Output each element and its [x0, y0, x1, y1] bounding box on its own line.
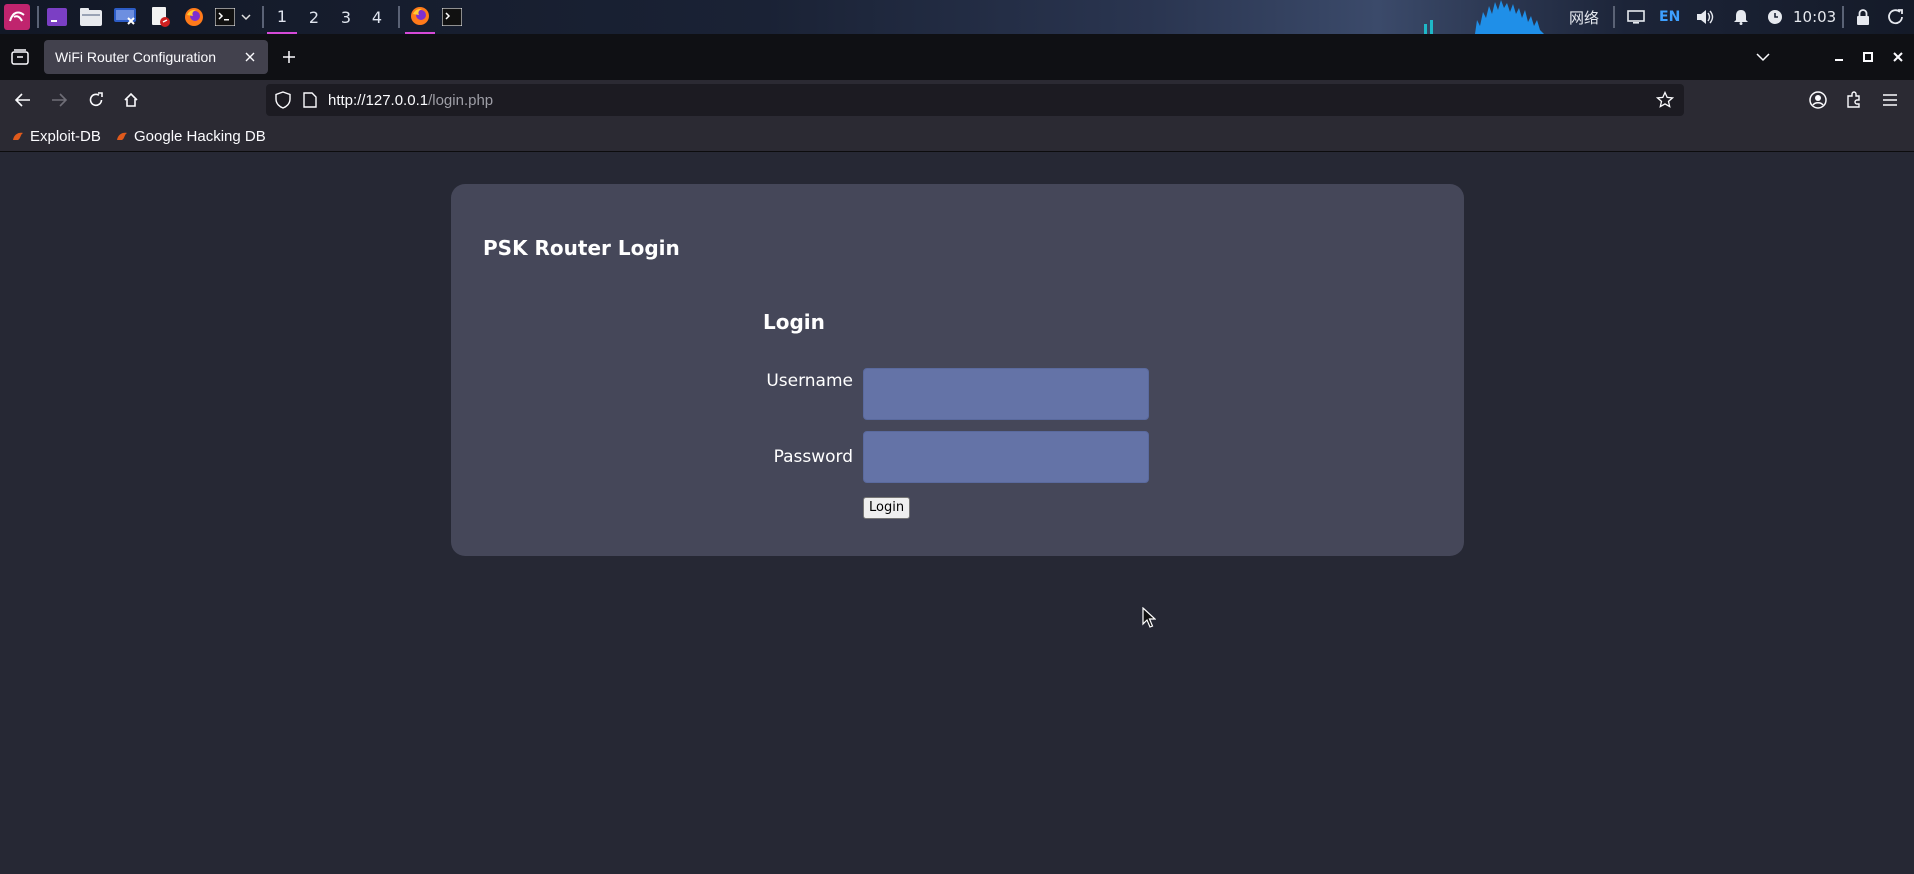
bookmark-label: Google Hacking DB [134, 127, 266, 145]
login-button[interactable]: Login [863, 497, 911, 519]
navigation-toolbar: http://127.0.0.1/login.php [0, 80, 1914, 120]
close-icon [1893, 52, 1903, 62]
login-card: PSK Router Login Login Username Password… [451, 184, 1464, 556]
username-label: Username [766, 371, 853, 391]
bell-icon[interactable] [1731, 7, 1751, 27]
chevron-down-icon[interactable] [240, 6, 252, 28]
url-path: /login.php [428, 91, 494, 109]
account-icon [1809, 91, 1827, 109]
tab-wifi-router-configuration[interactable]: WiFi Router Configuration [44, 40, 268, 74]
close-icon[interactable] [240, 47, 260, 67]
taskbar-separator [1842, 6, 1844, 28]
maximize-icon [1863, 52, 1873, 62]
firefox-icon [411, 7, 429, 25]
reload-button[interactable] [85, 89, 107, 111]
list-all-tabs-button[interactable] [1752, 46, 1774, 68]
bookmark-star-icon[interactable] [1655, 90, 1675, 113]
exploit-db-icon [13, 132, 23, 140]
kali-menu-icon[interactable] [4, 4, 30, 30]
tab-title: WiFi Router Configuration [55, 49, 217, 65]
form-heading: Login [763, 310, 825, 334]
arrow-left-icon [15, 93, 30, 107]
chevron-down-icon [1756, 53, 1770, 62]
clock-icon [1765, 7, 1785, 27]
lock-icon[interactable] [1853, 7, 1873, 27]
url-host: http://127.0.0.1 [328, 91, 429, 109]
window-close-button[interactable] [1887, 46, 1909, 68]
display-icon[interactable] [1626, 7, 1646, 27]
home-icon [124, 92, 138, 107]
terminal-window-button[interactable] [441, 6, 463, 28]
maximize-button[interactable] [1857, 46, 1879, 68]
file-manager-icon[interactable] [80, 6, 102, 28]
workspace-4[interactable]: 4 [362, 0, 392, 34]
volume-icon[interactable] [1695, 7, 1715, 27]
forward-button[interactable] [48, 89, 70, 111]
shield-icon[interactable] [275, 91, 291, 113]
network-activity-graph [1424, 0, 1544, 34]
puzzle-icon [1847, 91, 1860, 108]
taskbar-separator [1613, 6, 1615, 28]
firefox-window-button[interactable] [405, 0, 435, 34]
terminal-icon[interactable] [214, 6, 236, 28]
os-taskbar: 1 2 3 4 网络 EN 10:03 [0, 0, 1914, 34]
keyboard-layout[interactable]: EN [1659, 0, 1680, 34]
password-input[interactable] [863, 431, 1149, 483]
logout-icon[interactable] [1886, 7, 1906, 27]
username-input[interactable] [863, 368, 1149, 420]
back-button[interactable] [12, 89, 34, 111]
url-bar[interactable]: http://127.0.0.1/login.php [266, 84, 1684, 116]
taskbar-separator [262, 6, 264, 28]
bookmark-google-hacking-db[interactable]: Google Hacking DB [116, 120, 266, 152]
taskbar-separator [37, 6, 39, 28]
bookmark-label: Exploit-DB [30, 127, 101, 145]
hamburger-menu-icon [1883, 94, 1897, 106]
text-editor-icon[interactable] [150, 6, 172, 28]
bookmark-exploit-db[interactable]: Exploit-DB [12, 120, 101, 152]
minimize-icon [1835, 59, 1843, 61]
bookmarks-toolbar: Exploit-DB Google Hacking DB [0, 120, 1914, 152]
plus-icon [283, 51, 295, 63]
workspace-1[interactable]: 1 [267, 0, 297, 34]
terminal-launcher-icon[interactable] [46, 6, 68, 28]
arrow-right-icon [52, 93, 67, 107]
firefox-launcher-icon[interactable] [183, 6, 205, 28]
workspace-2[interactable]: 2 [299, 0, 329, 34]
account-button[interactable] [1807, 89, 1829, 111]
reload-icon [89, 92, 103, 107]
page-title: PSK Router Login [483, 236, 680, 260]
page-icon[interactable] [303, 92, 317, 112]
workspace-3[interactable]: 3 [331, 0, 361, 34]
new-tab-button[interactable] [278, 46, 300, 68]
app-menu-button[interactable] [1879, 89, 1901, 111]
url-text[interactable]: http://127.0.0.1/login.php [328, 84, 493, 116]
taskbar-separator [398, 6, 400, 28]
extensions-button[interactable] [1843, 89, 1865, 111]
clock[interactable]: 10:03 [1793, 0, 1836, 34]
password-label: Password [773, 447, 853, 467]
network-label[interactable]: 网络 [1569, 0, 1599, 34]
minimize-button[interactable] [1828, 46, 1850, 68]
mouse-cursor-icon [1142, 607, 1156, 628]
exploit-db-icon [117, 132, 127, 140]
firefox-view-icon[interactable] [9, 46, 31, 68]
home-button[interactable] [120, 89, 142, 111]
remote-desktop-icon[interactable] [114, 6, 136, 28]
